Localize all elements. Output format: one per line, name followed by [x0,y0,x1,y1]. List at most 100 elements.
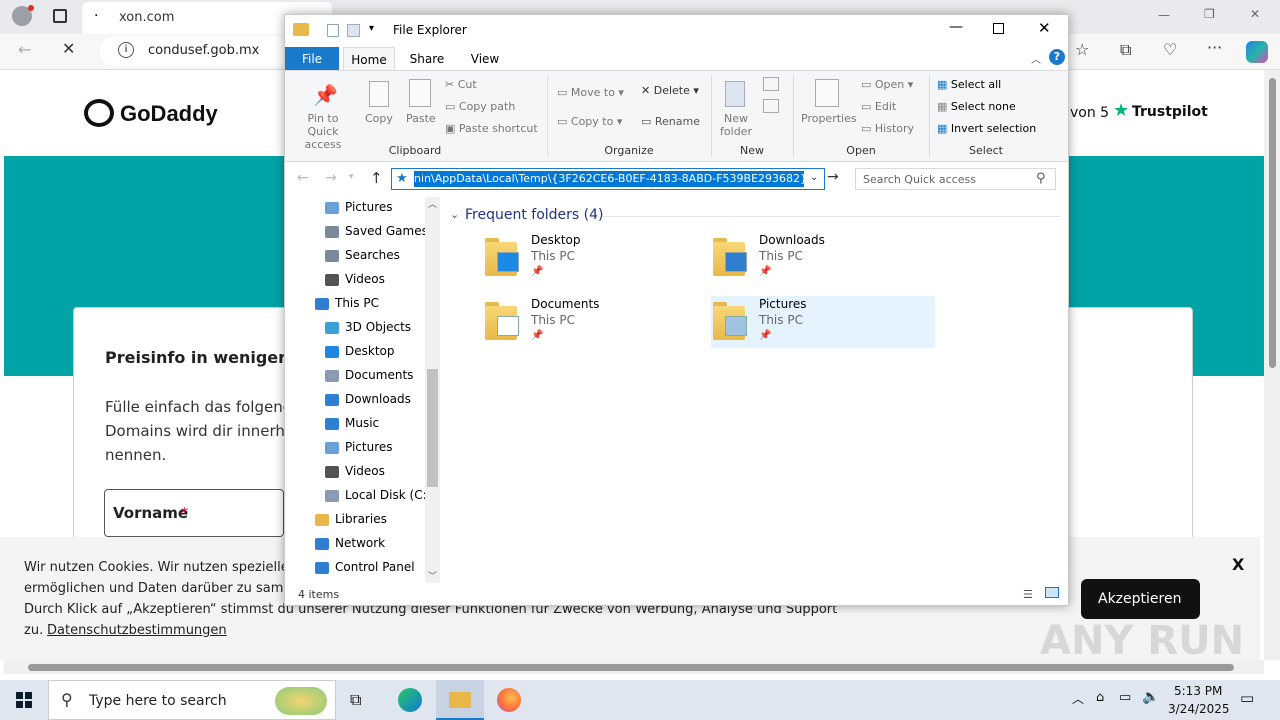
address-field[interactable]: ★ nin\AppData\Local\Temp\{3F262CE6-B0EF-… [391,168,825,190]
accept-button[interactable]: Akzeptieren [1081,579,1200,619]
horizontal-scrollbar[interactable] [4,660,1264,674]
privacy-link[interactable]: Datenschutzbestimmungen [47,623,227,638]
tree-item[interactable]: Pictures [325,195,393,219]
go-arrow-icon[interactable]: → [827,169,839,185]
nav-back-icon[interactable]: ← [297,170,309,186]
start-button[interactable] [0,680,48,720]
qat-newfolder-icon[interactable] [347,24,360,37]
properties-button[interactable]: Properties [801,112,857,125]
rename-button[interactable]: ▭ Rename [641,115,700,128]
edge-taskbar-icon[interactable] [398,688,422,712]
collapse-ribbon-icon[interactable]: ︿ [1031,51,1041,66]
scroll-up-arrow-icon[interactable]: ︿ [428,197,437,210]
explorer-close-button[interactable]: ✕ [1038,19,1051,37]
copy-path-button[interactable]: ▭ Copy path [445,100,515,113]
favorites-icon[interactable]: ☆ [1075,40,1089,59]
tab-file[interactable]: File [285,47,339,71]
tree-item[interactable]: Control Panel [315,555,415,579]
new-folder-button[interactable]: New folder [719,112,753,138]
explorer-minimize-button[interactable]: — [949,19,963,35]
scroll-down-arrow-icon[interactable]: ﹀ [428,569,437,582]
tree-item[interactable]: Music [325,411,379,435]
move-to-button[interactable]: ▭ Move to ▾ [557,86,624,99]
tree-item[interactable]: Local Disk (C:) [325,483,431,507]
section-chevron-icon[interactable]: ⌄ [450,208,459,221]
details-view-icon[interactable]: ☰ [1023,588,1033,601]
delete-button[interactable]: ✕ Delete ▾ [641,84,699,97]
select-all-button[interactable]: ▦ Select all [937,78,1001,91]
taskbar-search-box[interactable]: ⚲ Type here to search [48,680,336,720]
back-icon[interactable]: ← [18,40,31,59]
url-field[interactable]: i condusef.gob.mx [100,36,300,66]
tree-item[interactable]: Documents [325,363,413,387]
notifications-icon[interactable]: ▭ [1240,689,1254,707]
more-menu-icon[interactable]: ··· [1207,38,1222,57]
tree-item[interactable]: Downloads [325,387,411,411]
tab-view[interactable]: View [459,47,511,71]
tree-item[interactable]: Saved Games [325,219,428,243]
paste-button[interactable]: Paste [406,112,436,125]
tree-item[interactable]: 3D Objects [325,315,411,339]
section-title[interactable]: Frequent folders (4) [465,207,604,223]
show-hidden-icons[interactable]: ︿ [1072,690,1084,707]
volume-tray-icon[interactable]: 🔈 [1142,689,1159,705]
help-icon[interactable]: ? [1049,49,1065,65]
paste-shortcut-button[interactable]: ▣ Paste shortcut [445,122,538,135]
minimize-button[interactable]: — [1158,8,1170,22]
cookie-close-button[interactable]: X [1232,555,1244,574]
restore-button[interactable]: ❐ [1204,7,1215,21]
nav-scroll-thumb[interactable] [427,369,438,487]
cut-button[interactable]: ✂ Cut [445,78,477,91]
easy-access-icon[interactable] [763,99,779,113]
new-item-icon[interactable] [763,77,779,91]
open-button[interactable]: ▭ Open ▾ [861,78,913,91]
vertical-scroll-thumb[interactable] [1269,78,1276,368]
tab-share[interactable]: Share [401,47,453,71]
tree-item[interactable]: Libraries [315,507,387,531]
history-button[interactable]: ▭ History [861,122,914,135]
qat-properties-icon[interactable] [327,24,339,37]
clock-date[interactable]: 3/24/2025 [1168,702,1230,716]
godaddy-logo[interactable]: GoDaddy [84,99,224,129]
trustpilot-logo[interactable]: Trustpilot [1132,104,1208,120]
explorer-maximize-button[interactable] [993,23,1004,34]
info-icon[interactable]: i [118,42,134,58]
tree-item[interactable]: This PC [315,291,379,315]
browser-essentials-icon[interactable]: ♡ [1163,40,1177,59]
search-field[interactable]: Search Quick access ⚲ [855,168,1056,190]
tree-item[interactable]: Desktop [325,339,395,363]
collections-icon[interactable]: ⧉ [1120,40,1131,60]
task-view-icon[interactable]: ⧉ [350,690,361,710]
tree-item[interactable]: Searches [325,243,400,267]
recent-locations-icon[interactable]: ▾ [349,172,354,182]
first-name-field[interactable]: Vorname * [104,489,284,537]
network-tray-icon[interactable]: ⌂ [1096,690,1104,705]
tree-item[interactable]: Videos [325,459,385,483]
tab-actions-icon[interactable] [53,9,67,23]
large-icons-view-icon[interactable] [1045,587,1059,598]
vertical-scrollbar[interactable] [1264,70,1280,660]
pin-icon: 📌 [313,83,338,107]
nav-forward-icon[interactable]: → [325,170,337,186]
qat-dropdown-icon[interactable]: ▾ [369,23,374,34]
copy-to-button[interactable]: ▭ Copy to ▾ [557,115,622,128]
address-dropdown-icon[interactable]: ⌄ [810,172,818,183]
copy-button[interactable]: Copy [365,112,393,125]
invert-selection-button[interactable]: ▦ Invert selection [937,122,1036,135]
firefox-taskbar-icon[interactable] [497,688,521,712]
up-icon[interactable]: ↑ [370,169,383,187]
stop-loading-icon[interactable]: ✕ [62,39,75,58]
tab-home[interactable]: Home [343,47,395,71]
tree-item[interactable]: Pictures [325,435,393,459]
edit-button[interactable]: ▭ Edit [861,100,896,113]
wifi-tray-icon[interactable]: ▭ [1119,690,1131,705]
close-button[interactable]: ✕ [1250,7,1260,21]
tree-item[interactable]: Network [315,531,385,555]
tree-item[interactable]: Videos [325,267,385,291]
select-none-button[interactable]: ▦ Select none [937,100,1016,113]
horizontal-scroll-thumb[interactable] [28,664,1234,671]
copilot-icon[interactable] [1246,41,1268,63]
file-explorer-taskbar-button[interactable] [436,680,484,720]
nav-pane-scrollbar[interactable]: ︿ ﹀ [425,197,440,583]
clock-time[interactable]: 5:13 PM [1174,684,1222,698]
